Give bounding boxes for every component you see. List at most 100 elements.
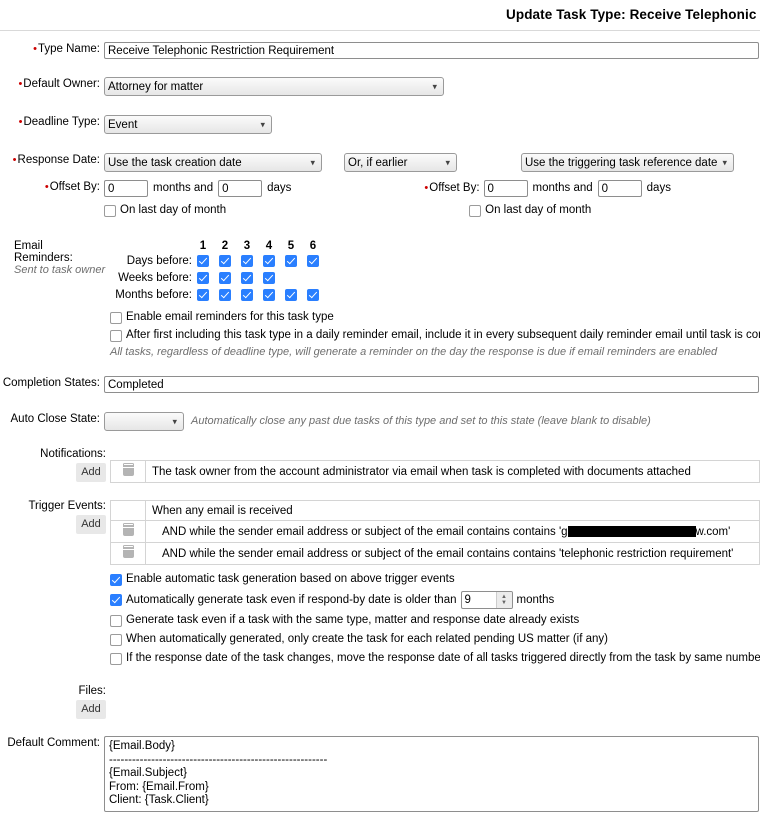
daily-reminder-label: After first including this task type in … [126, 329, 760, 341]
reminder-checkboxes-days [197, 255, 319, 267]
deadline-type-select-wrap: Event ▾ [104, 115, 272, 134]
older-than-row[interactable]: Automatically generate task even if resp… [110, 591, 760, 609]
field-row-last-day: On last day of month On last day of mont… [0, 203, 760, 218]
reminder-checkbox-months-4[interactable] [263, 289, 275, 301]
notifications-table: The task owner from the account administ… [110, 460, 760, 483]
move-response-date-checkbox[interactable] [110, 652, 122, 665]
reminder-checkbox-days-5[interactable] [285, 255, 297, 267]
required-marker: • [44, 181, 49, 193]
table-row: AND while the sender email address or su… [110, 542, 760, 565]
type-name-input[interactable] [104, 42, 759, 59]
email-reminders-column-numbers: 1 2 3 4 5 6 [197, 240, 319, 252]
type-name-label: •Type Name: [33, 43, 100, 55]
offset-right-last-day-row[interactable]: On last day of month [469, 203, 591, 218]
email-reminders-grid: 1 2 3 4 5 6 Days before: Weeks before: M… [104, 240, 319, 301]
table-row: AND while the sender email address or su… [110, 520, 760, 543]
trigger-delete-cell[interactable] [110, 542, 146, 565]
older-than-checkbox[interactable] [110, 594, 122, 606]
auto-close-state-label: Auto Close State: [10, 413, 101, 425]
required-marker: • [424, 182, 429, 194]
notification-delete-cell[interactable] [110, 460, 146, 483]
offset-left-last-day-label: On last day of month [120, 204, 227, 216]
trigger-text-prefix: AND while the sender email address or su… [162, 525, 568, 538]
generate-duplicate-checkbox[interactable] [110, 614, 122, 627]
required-marker: • [33, 43, 37, 55]
offset-right-last-day-checkbox[interactable] [469, 204, 482, 217]
pending-us-matter-checkbox[interactable] [110, 633, 122, 646]
reminder-checkbox-days-2[interactable] [219, 255, 231, 267]
trigger-text: AND while the sender email address or su… [145, 542, 760, 565]
trash-icon[interactable] [122, 545, 134, 558]
stepper-arrows-icon[interactable]: ▲ ▼ [495, 592, 512, 608]
reminder-checkboxes-months [197, 289, 319, 301]
files-add-button[interactable]: Add [76, 700, 106, 719]
older-than-stepper-value: 9 [464, 594, 471, 606]
reminder-checkbox-days-1[interactable] [197, 255, 209, 267]
daily-reminder-row[interactable]: After first including this task type in … [110, 328, 760, 343]
response-date-primary-select[interactable]: Use the task creation date [104, 153, 322, 172]
response-date-comparator-select[interactable]: Or, if earlier [344, 153, 457, 172]
offset-left-last-day-checkbox[interactable] [104, 204, 116, 217]
trigger-delete-cell[interactable] [110, 520, 146, 543]
notifications-add-button[interactable]: Add [76, 463, 106, 482]
table-row: When any email is received [110, 500, 760, 521]
enable-auto-generation-checkbox[interactable] [110, 573, 122, 586]
offset-left-days-input[interactable] [218, 180, 263, 197]
table-row: The task owner from the account administ… [110, 460, 760, 483]
offset-left-last-day-row[interactable]: On last day of month [104, 203, 226, 218]
trigger-text-suffix: w.com' [695, 525, 731, 538]
reminder-checkbox-days-3[interactable] [241, 255, 253, 267]
trash-icon[interactable] [122, 463, 134, 476]
default-owner-label: •Default Owner: [18, 78, 100, 90]
column-number: 4 [265, 240, 273, 252]
move-response-date-label: If the response date of the task changes… [126, 652, 760, 664]
deadline-type-select[interactable]: Event [104, 115, 272, 134]
reminder-checkbox-months-1[interactable] [197, 289, 209, 301]
reminder-checkbox-weeks-3[interactable] [241, 272, 253, 284]
reminder-checkbox-weeks-2[interactable] [219, 272, 231, 284]
default-comment-textarea[interactable]: {Email.Body} ---------------------------… [104, 736, 759, 812]
reminder-checkbox-months-6[interactable] [307, 289, 319, 301]
enable-auto-generation-row[interactable]: Enable automatic task generation based o… [110, 572, 760, 587]
enable-email-reminders-checkbox[interactable] [110, 311, 122, 324]
offset-right-days-input[interactable] [597, 180, 642, 197]
response-date-primary-wrap: Use the task creation date ▾ [104, 153, 322, 172]
email-reminders-header-row: 1 2 3 4 5 6 [104, 240, 319, 252]
trash-icon[interactable] [122, 523, 134, 536]
offset-right-months-input[interactable] [483, 180, 528, 197]
reminder-checkbox-months-3[interactable] [241, 289, 253, 301]
reminder-checkbox-weeks-4[interactable] [263, 272, 275, 284]
reminder-row-label: Days before: [126, 255, 192, 267]
generate-duplicate-row[interactable]: Generate task even if a task with the sa… [110, 613, 760, 628]
reminder-checkbox-days-4[interactable] [263, 255, 275, 267]
pending-us-matter-label: When automatically generated, only creat… [126, 633, 608, 645]
column-number: 2 [221, 240, 229, 252]
reminder-checkbox-weeks-1[interactable] [197, 272, 209, 284]
response-date-secondary-select[interactable]: Use the triggering task reference date [521, 153, 734, 172]
trigger-events-add-button[interactable]: Add [76, 515, 106, 534]
older-than-stepper[interactable]: 9 ▲ ▼ [460, 591, 513, 609]
response-date-secondary-wrap: Use the triggering task reference date ▾ [521, 153, 734, 172]
trigger-event-options: Enable automatic task generation based o… [110, 572, 760, 666]
daily-reminder-checkbox[interactable] [110, 329, 122, 342]
offset-left-days-suffix: days [267, 182, 292, 194]
default-owner-select[interactable]: Attorney for matter [104, 77, 444, 96]
field-row-completion-states: Completion States: [0, 376, 760, 393]
trigger-events-label: Trigger Events: [28, 500, 106, 512]
offset-left-months-input[interactable] [104, 180, 148, 197]
enable-auto-generation-label: Enable automatic task generation based o… [126, 573, 455, 585]
field-row-response-date: •Response Date: Use the task creation da… [0, 153, 760, 172]
completion-states-input[interactable] [104, 376, 759, 393]
field-row-trigger-events: Trigger Events: Add When any email is re… [0, 500, 760, 565]
enable-email-reminders-row[interactable]: Enable email reminders for this task typ… [110, 310, 760, 325]
move-response-date-row[interactable]: If the response date of the task changes… [110, 651, 760, 666]
offset-right-label: •Offset By: [424, 182, 480, 194]
reminder-checkbox-months-2[interactable] [219, 289, 231, 301]
page-header: Update Task Type: Receive Telephonic R [0, 0, 760, 31]
auto-close-state-select[interactable] [104, 412, 184, 431]
older-than-label-after: months [516, 593, 555, 606]
offset-right-days-suffix: days [646, 182, 671, 194]
reminder-checkbox-days-6[interactable] [307, 255, 319, 267]
pending-us-matter-row[interactable]: When automatically generated, only creat… [110, 632, 760, 647]
reminder-checkbox-months-5[interactable] [285, 289, 297, 301]
